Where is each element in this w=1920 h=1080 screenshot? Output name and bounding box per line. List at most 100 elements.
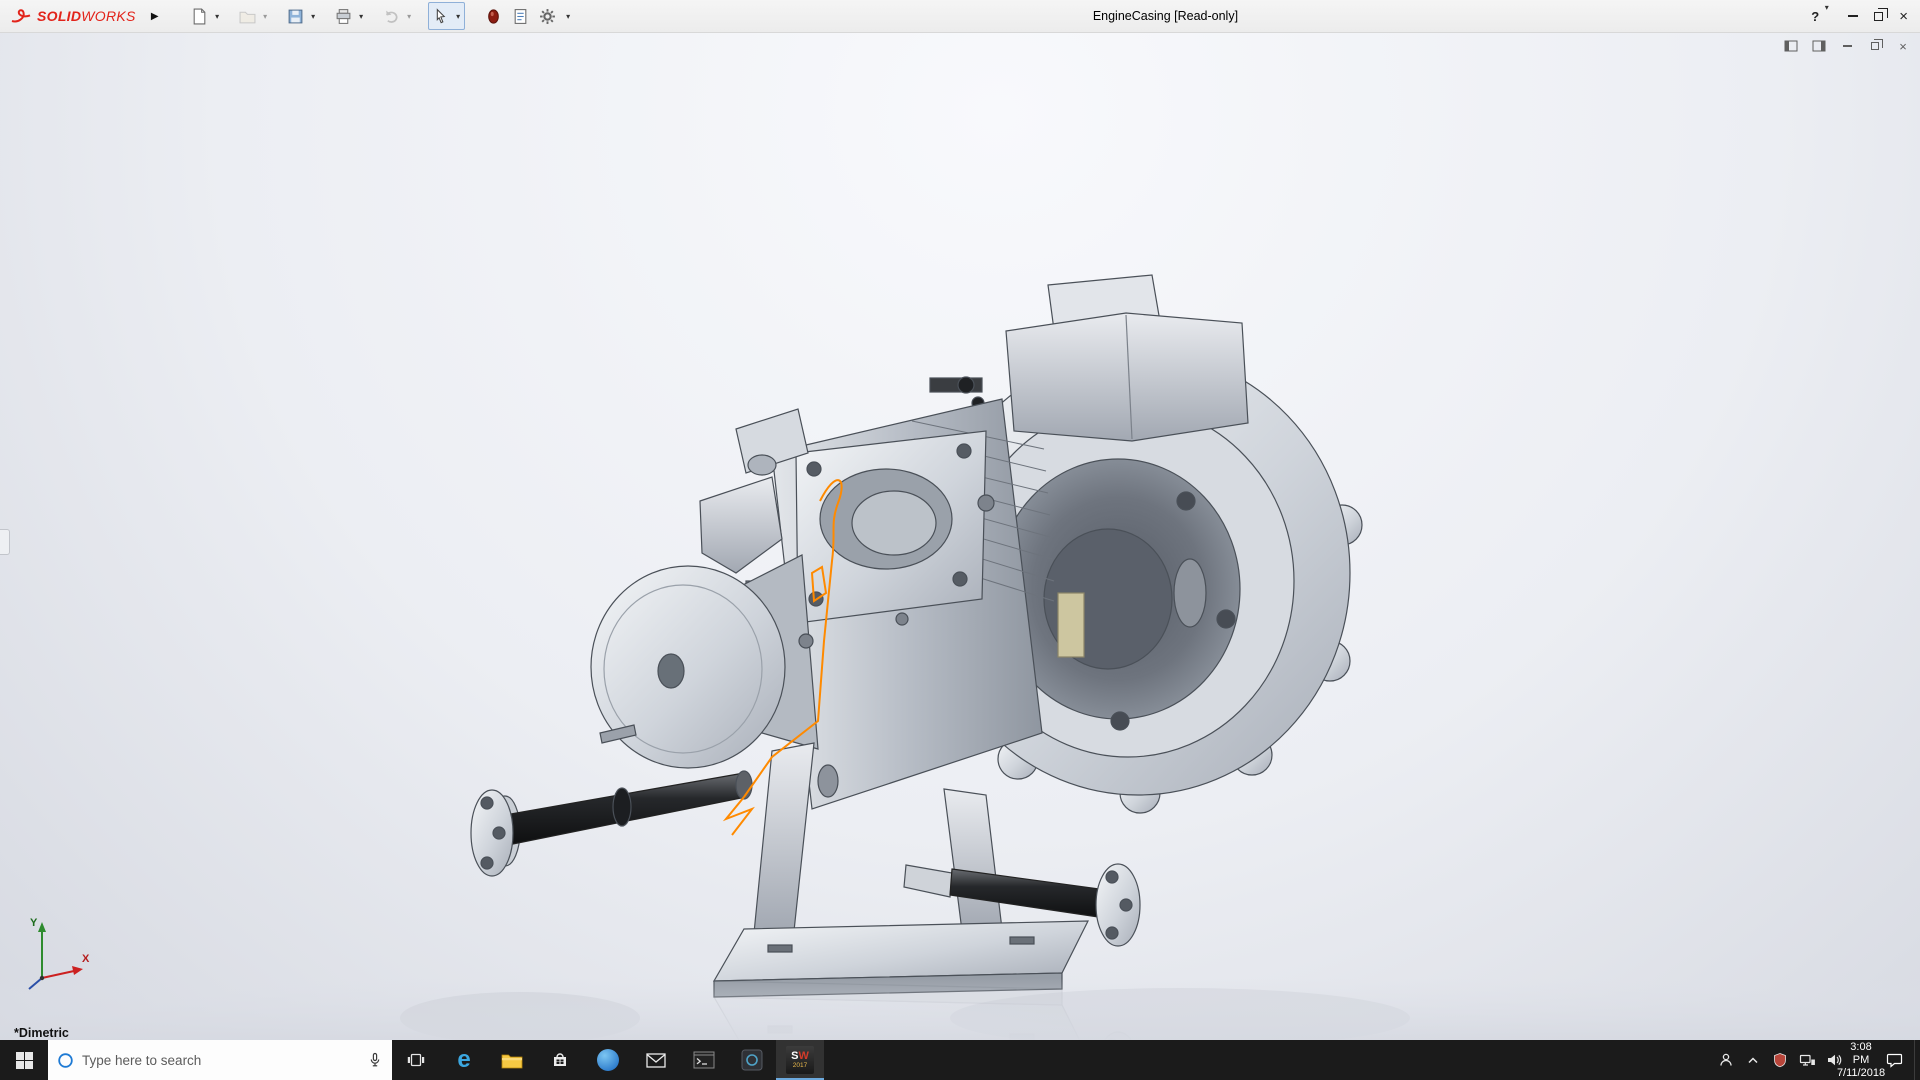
search-input[interactable] xyxy=(82,1053,359,1068)
taskbar-edge[interactable]: e xyxy=(440,1040,488,1080)
doc-close-button[interactable]: × xyxy=(1894,38,1912,54)
save-dropdown[interactable]: ▾ xyxy=(308,3,319,29)
edge-icon: e xyxy=(457,1048,470,1072)
save-button[interactable] xyxy=(284,3,308,29)
open-folder-icon xyxy=(239,8,256,25)
gear-icon xyxy=(539,8,556,25)
triad-x-label: X xyxy=(82,953,90,965)
new-document-button[interactable] xyxy=(188,3,212,29)
select-tool-button[interactable] xyxy=(429,3,453,29)
tray-people-button[interactable] xyxy=(1713,1040,1739,1080)
action-center-icon xyxy=(1886,1052,1903,1068)
triad-y-label: Y xyxy=(30,917,38,929)
select-tool-dropdown[interactable]: ▾ xyxy=(453,3,464,29)
chevron-up-icon xyxy=(1745,1052,1761,1068)
network-icon xyxy=(1799,1052,1816,1068)
help-dropdown-caret: ▾ xyxy=(1821,3,1832,29)
action-center-button[interactable] xyxy=(1875,1040,1913,1080)
logo-text-solid: SOLID xyxy=(37,8,81,24)
undo-dropdown[interactable]: ▾ xyxy=(404,3,415,29)
solidworks-logo-icon xyxy=(10,7,32,25)
taskbar-search[interactable] xyxy=(48,1040,392,1080)
restore-button[interactable] xyxy=(1874,0,1883,33)
doc-restore-icon xyxy=(1871,42,1879,50)
view-orientation-label: *Dimetric xyxy=(14,1026,69,1040)
file-properties-icon xyxy=(512,8,529,25)
rebuild-button[interactable] xyxy=(482,3,506,29)
pane-left-button[interactable] xyxy=(1782,38,1800,54)
clock-time: 3:08 PM xyxy=(1848,1041,1874,1067)
window-controls: ?▾ × xyxy=(1811,0,1920,33)
undo-icon xyxy=(383,8,400,25)
doc-minimize-button[interactable] xyxy=(1838,38,1856,54)
pane-right-button[interactable] xyxy=(1810,38,1828,54)
solidworks-logo[interactable]: SOLIDWORKS xyxy=(0,7,136,25)
sw-tile-w: W xyxy=(798,1050,808,1062)
taskbar-store[interactable] xyxy=(536,1040,584,1080)
file-properties-button[interactable] xyxy=(509,3,533,29)
help-button[interactable]: ?▾ xyxy=(1811,0,1832,33)
solidworks-logo-text: SOLIDWORKS xyxy=(37,8,136,24)
options-button[interactable] xyxy=(536,3,560,29)
blue-globe-icon xyxy=(597,1049,619,1071)
taskbar-dark-app[interactable] xyxy=(728,1040,776,1080)
new-document-icon xyxy=(191,8,208,25)
close-button[interactable]: × xyxy=(1899,0,1908,33)
document-window-controls: × xyxy=(1782,38,1912,54)
taskbar-file-explorer[interactable] xyxy=(488,1040,536,1080)
dark-app-icon xyxy=(741,1049,763,1071)
microphone-icon[interactable] xyxy=(367,1052,383,1068)
taskbar-blue-app[interactable] xyxy=(584,1040,632,1080)
command-prompt-icon xyxy=(693,1051,715,1069)
open-document-button[interactable] xyxy=(236,3,260,29)
task-view-button[interactable] xyxy=(392,1040,440,1080)
restore-icon xyxy=(1874,12,1883,21)
store-bag-icon xyxy=(551,1051,569,1069)
print-button[interactable] xyxy=(332,3,356,29)
select-arrow-icon xyxy=(432,8,449,25)
close-icon: × xyxy=(1899,9,1908,24)
doc-close-icon: × xyxy=(1899,40,1907,53)
system-tray: 3:08 PM 7/11/2018 xyxy=(1713,1040,1920,1080)
rebuild-stoplight-icon xyxy=(485,8,502,25)
solidworks-window: SOLIDWORKS ▶ ▾ ▾ xyxy=(0,0,1920,1080)
menu-flyout-arrow[interactable]: ▶ xyxy=(148,0,162,33)
print-icon xyxy=(335,8,352,25)
doc-restore-button[interactable] xyxy=(1866,38,1884,54)
engine-casing-model[interactable] xyxy=(0,33,1920,1040)
save-icon xyxy=(287,8,304,25)
tray-network-button[interactable] xyxy=(1794,1040,1820,1080)
tray-defender-button[interactable] xyxy=(1767,1040,1793,1080)
taskbar-solidworks[interactable]: SW 2017 xyxy=(776,1040,824,1080)
featuremanager-collapse-tab[interactable] xyxy=(0,529,10,555)
new-document-dropdown[interactable]: ▾ xyxy=(212,3,223,29)
orientation-triad: Y X xyxy=(16,912,96,996)
split-pane-left-icon xyxy=(1784,40,1798,52)
document-title: EngineCasing [Read-only] xyxy=(1093,9,1238,23)
show-desktop-button[interactable] xyxy=(1914,1040,1920,1080)
open-document-dropdown[interactable]: ▾ xyxy=(260,3,271,29)
options-dropdown[interactable]: ▾ xyxy=(563,3,574,29)
taskbar-mail[interactable] xyxy=(632,1040,680,1080)
print-dropdown[interactable]: ▾ xyxy=(356,3,367,29)
graphics-area[interactable]: × Y X *Dimetric xyxy=(0,33,1920,1040)
tray-hidden-icons-button[interactable] xyxy=(1740,1040,1766,1080)
solidworks-app-icon: SW 2017 xyxy=(786,1046,814,1074)
titlebar: SOLIDWORKS ▶ ▾ ▾ xyxy=(0,0,1920,33)
logo-text-works: WORKS xyxy=(81,8,135,24)
windows-taskbar: e xyxy=(0,1040,1920,1080)
quick-access-toolbar: ▾ ▾ ▾ xyxy=(188,2,574,30)
task-view-icon xyxy=(407,1052,425,1068)
defender-shield-icon xyxy=(1772,1052,1788,1068)
start-button[interactable] xyxy=(0,1040,48,1080)
minimize-button[interactable] xyxy=(1848,0,1858,33)
taskbar-command-prompt[interactable] xyxy=(680,1040,728,1080)
split-pane-right-icon xyxy=(1812,40,1826,52)
sw-tile-year: 2017 xyxy=(793,1063,807,1070)
mail-envelope-icon xyxy=(646,1053,666,1068)
doc-minimize-icon xyxy=(1843,45,1852,47)
taskbar-clock[interactable]: 3:08 PM 7/11/2018 xyxy=(1848,1040,1874,1080)
minimize-icon xyxy=(1848,15,1858,17)
people-icon xyxy=(1718,1052,1734,1068)
undo-button[interactable] xyxy=(380,3,404,29)
